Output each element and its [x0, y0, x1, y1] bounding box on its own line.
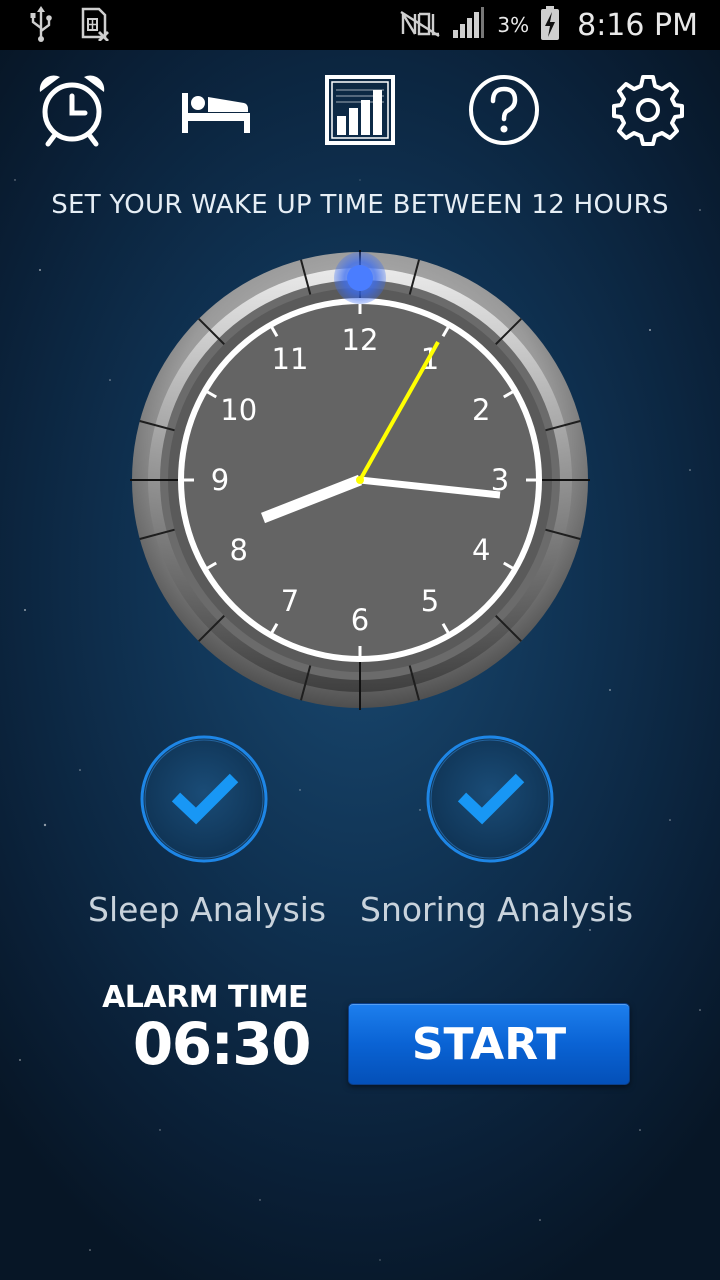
clock-number-9: 9	[211, 463, 229, 497]
sleep-analysis-toggle[interactable]	[139, 734, 269, 864]
snoring-analysis-toggle[interactable]	[425, 734, 555, 864]
gear-icon	[610, 72, 686, 152]
settings-button[interactable]	[608, 72, 688, 152]
clock-number-10: 10	[220, 393, 257, 427]
sleep-tab-button[interactable]	[176, 72, 256, 152]
clock-number-6: 6	[351, 603, 369, 637]
alarm-tab-button[interactable]	[32, 72, 112, 152]
sleep-analysis-label: Sleep Analysis	[88, 890, 327, 929]
snoring-analysis-label: Snoring Analysis	[360, 890, 634, 929]
signal-icon	[451, 6, 485, 44]
usb-icon	[28, 6, 54, 46]
help-icon	[467, 73, 541, 151]
start-button[interactable]: START	[348, 1003, 630, 1085]
instruction-text: SET YOUR WAKE UP TIME BETWEEN 12 HOURS	[51, 190, 669, 220]
battery-charging-icon	[539, 5, 561, 45]
clock-number-4: 4	[472, 533, 490, 567]
help-button[interactable]	[464, 72, 544, 152]
clock-face: 121234567891011	[130, 250, 590, 710]
alarm-time-value: 06:30	[132, 1010, 312, 1078]
statistics-tab-button[interactable]	[320, 72, 400, 152]
no-signal-icon	[399, 8, 441, 42]
bar-chart-icon	[324, 74, 396, 150]
clock-number-11: 11	[272, 342, 309, 376]
wake-time-dial[interactable]: 121234567891011	[130, 250, 590, 710]
sim-card-error-icon	[80, 7, 110, 45]
clock-number-8: 8	[230, 533, 248, 567]
clock-number-7: 7	[281, 584, 299, 618]
status-time: 8:16 PM	[577, 7, 698, 43]
checkmark-icon	[426, 735, 554, 863]
bed-icon	[178, 85, 254, 139]
battery-percent: 3%	[497, 13, 530, 37]
top-toolbar	[0, 72, 720, 152]
checkmark-icon	[140, 735, 268, 863]
clock-number-12: 12	[342, 323, 379, 357]
clock-number-5: 5	[421, 584, 439, 618]
alarm-clock-icon	[36, 72, 108, 152]
status-bar: 3% 8:16 PM	[0, 0, 720, 50]
clock-number-2: 2	[472, 393, 490, 427]
